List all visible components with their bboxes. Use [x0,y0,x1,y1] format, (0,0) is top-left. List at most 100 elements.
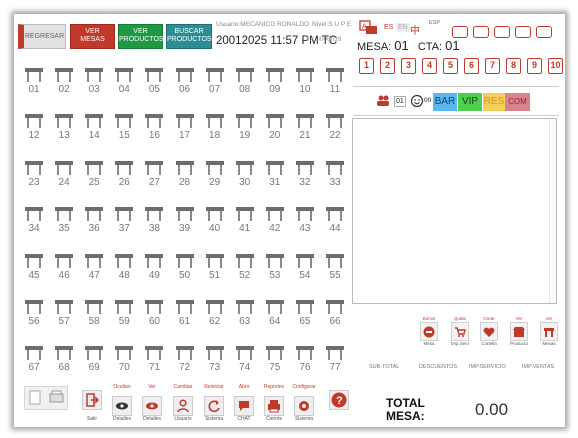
table-40[interactable]: 40 [202,206,228,242]
table-72[interactable]: 72 [172,345,198,381]
table-39[interactable]: 39 [172,206,198,242]
lang-zh[interactable]: 中 [410,22,420,37]
restart-system-button[interactable]: Reiniciar Sistema [202,384,226,422]
language-icon[interactable]: A [359,20,379,36]
table-14[interactable]: 14 [81,113,107,149]
tag-bar[interactable]: BAR [433,93,457,111]
windows-icon[interactable] [494,26,510,38]
table-26[interactable]: 26 [111,160,137,196]
copy-icon[interactable] [473,26,489,38]
seat-5[interactable]: 5 [443,58,458,74]
view-products-button[interactable]: VER PRODUCTOS [118,24,164,49]
seat-3[interactable]: 3 [401,58,416,74]
hide-details-button[interactable]: Ocultan Detalles [110,384,134,422]
table-32[interactable]: 32 [292,160,318,196]
table-44[interactable]: 44 [322,206,348,242]
table-75[interactable]: 75 [262,345,288,381]
table-35[interactable]: 35 [51,206,77,242]
table-68[interactable]: 68 [51,345,77,381]
table-60[interactable]: 60 [141,299,167,335]
table-01[interactable]: 01 [21,67,47,103]
table-52[interactable]: 52 [232,253,258,289]
table-31[interactable]: 31 [262,160,288,196]
table-50[interactable]: 50 [172,253,198,289]
exit-button[interactable]: Salir [80,386,104,422]
table-55[interactable]: 55 [322,253,348,289]
table-19[interactable]: 19 [232,113,258,149]
table-41[interactable]: 41 [232,206,258,242]
seat-1[interactable]: 1 [359,58,374,74]
table-38[interactable]: 38 [141,206,167,242]
table-66[interactable]: 66 [322,299,348,335]
table-56[interactable]: 56 [21,299,47,335]
seat-9[interactable]: 9 [527,58,542,74]
table-65[interactable]: 65 [292,299,318,335]
seat-6[interactable]: 6 [464,58,479,74]
table-74[interactable]: 74 [232,345,258,381]
table-43[interactable]: 43 [292,206,318,242]
table-03[interactable]: 03 [81,67,107,103]
remove-service-button[interactable]: Quitar Imp.Serv [449,316,471,347]
table-06[interactable]: 06 [172,67,198,103]
open-chat-button[interactable]: Abrir CHAT [232,384,256,422]
table-51[interactable]: 51 [202,253,228,289]
table-24[interactable]: 24 [51,160,77,196]
tag-vip[interactable]: VIP [458,93,482,111]
people-icon[interactable] [376,94,390,108]
smile-icon[interactable] [410,94,424,108]
table-13[interactable]: 13 [51,113,77,149]
table-67[interactable]: 67 [21,345,47,381]
table-47[interactable]: 47 [81,253,107,289]
table-57[interactable]: 57 [51,299,77,335]
table-18[interactable]: 18 [202,113,228,149]
table-23[interactable]: 23 [21,160,47,196]
lang-en[interactable]: EN [396,23,410,32]
table-10[interactable]: 10 [292,67,318,103]
table-69[interactable]: 69 [81,345,107,381]
table-04[interactable]: 04 [111,67,137,103]
view-details-button[interactable]: Ver Detalles [140,384,164,422]
table-28[interactable]: 28 [172,160,198,196]
table-63[interactable]: 63 [232,299,258,335]
change-user-button[interactable]: Cambiar Usuario [171,384,195,422]
table-21[interactable]: 21 [292,113,318,149]
table-62[interactable]: 62 [202,299,228,335]
table-30[interactable]: 30 [232,160,258,196]
create-courtesy-button[interactable]: Crear Cortella [478,316,500,347]
lang-es[interactable]: ES [384,24,393,31]
table-48[interactable]: 48 [111,253,137,289]
table-42[interactable]: 42 [262,206,288,242]
reports-button[interactable]: Reportes Cierres [262,384,286,422]
table-37[interactable]: 37 [111,206,137,242]
user-alert-icon[interactable] [515,26,531,38]
table-76[interactable]: 76 [292,345,318,381]
table-36[interactable]: 36 [81,206,107,242]
order-list[interactable] [352,118,557,304]
seat-8[interactable]: 8 [506,58,521,74]
table-02[interactable]: 02 [51,67,77,103]
order-scrollbar[interactable] [549,119,556,303]
table-77[interactable]: 77 [322,345,348,381]
seat-2[interactable]: 2 [380,58,395,74]
seat-7[interactable]: 7 [485,58,500,74]
settings-icon[interactable] [536,26,552,38]
delete-table-button[interactable]: Borrar Mesa [418,316,440,347]
tag-res[interactable]: RES [483,93,505,111]
table-46[interactable]: 46 [51,253,77,289]
table-25[interactable]: 25 [81,160,107,196]
table-61[interactable]: 61 [172,299,198,335]
seat-4[interactable]: 4 [422,58,437,74]
help-button[interactable]: ? [327,386,351,422]
table-53[interactable]: 53 [262,253,288,289]
table-08[interactable]: 08 [232,67,258,103]
print-preview-icon[interactable] [24,386,68,410]
table-58[interactable]: 58 [81,299,107,335]
seat-10[interactable]: 10 [548,58,563,74]
table-49[interactable]: 49 [141,253,167,289]
table-15[interactable]: 15 [111,113,137,149]
table-22[interactable]: 22 [322,113,348,149]
table-59[interactable]: 59 [111,299,137,335]
configure-system-button[interactable]: Configurar Sistema [292,384,316,422]
table-17[interactable]: 17 [172,113,198,149]
view-tables-small-button[interactable]: Ver Mesas [538,316,560,347]
